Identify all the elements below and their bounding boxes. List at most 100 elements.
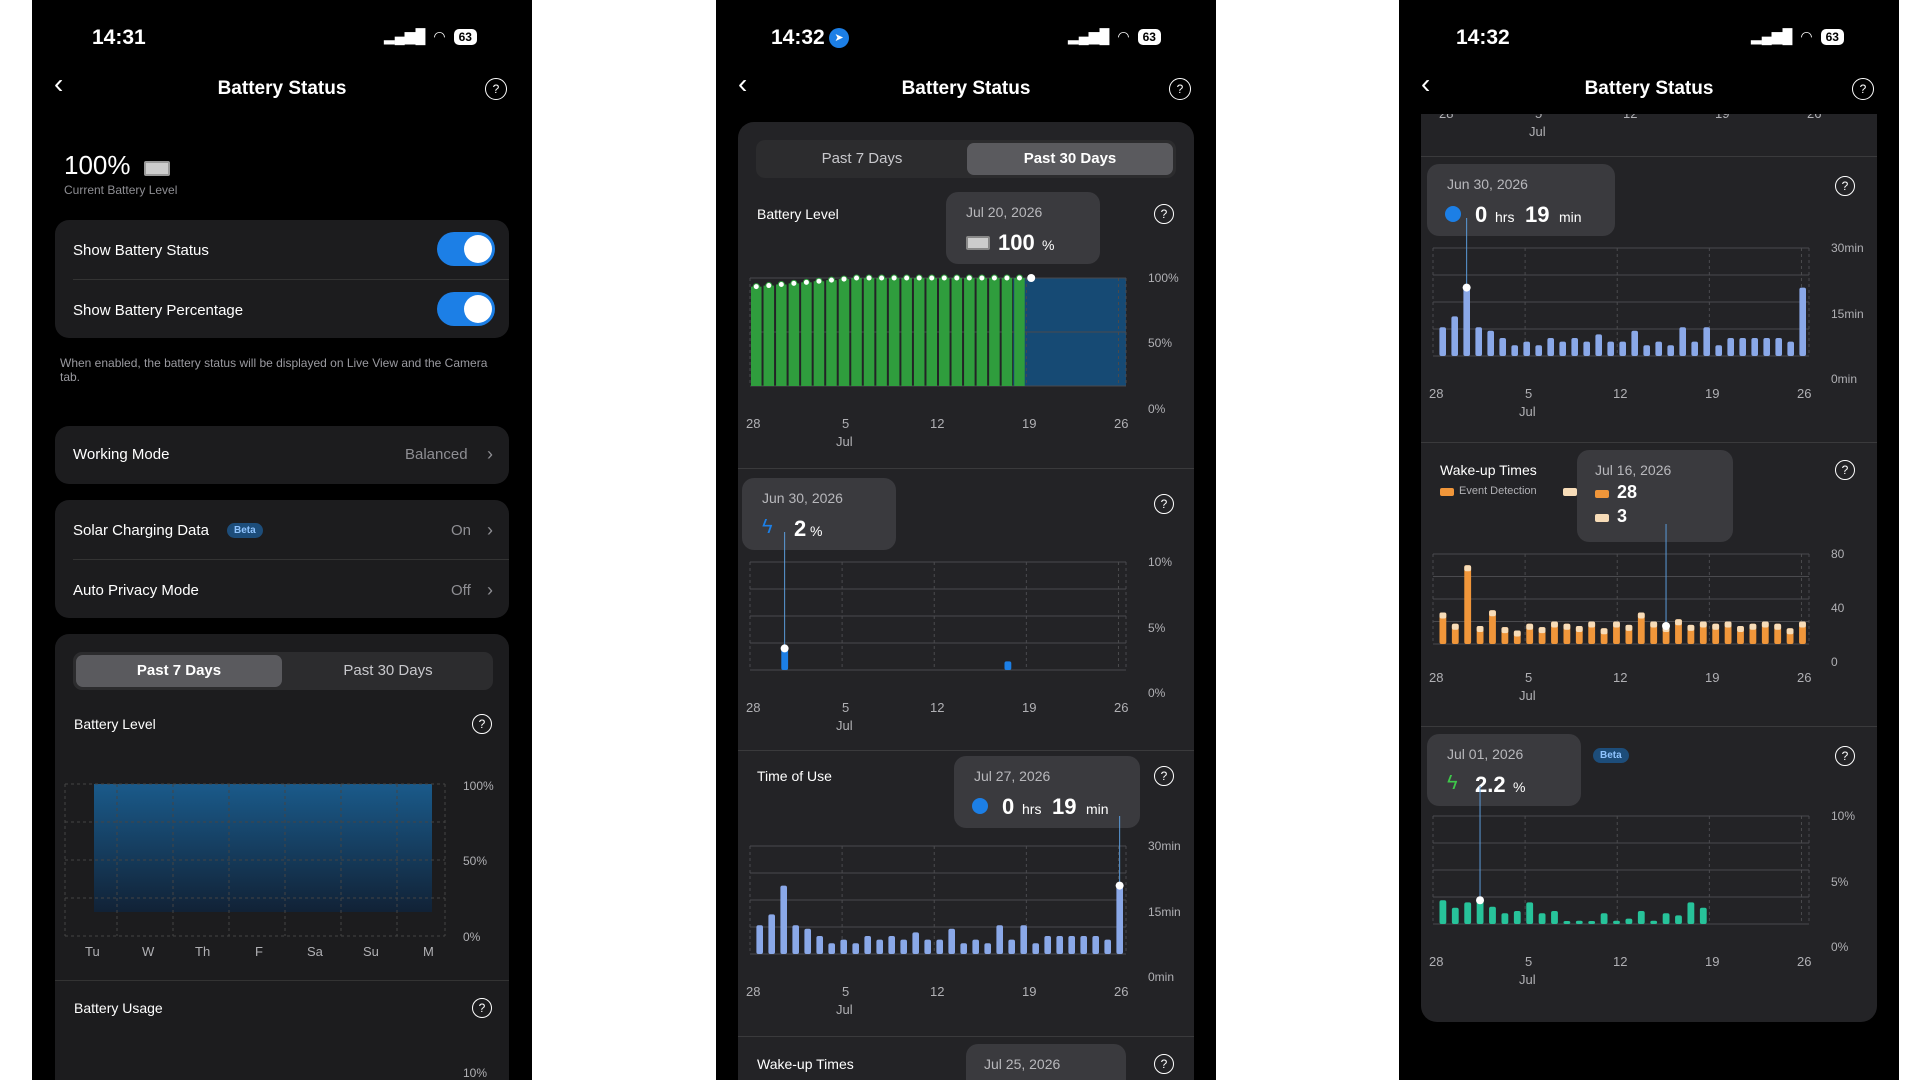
y-tick-label: 100% [463, 779, 494, 793]
data-bar [780, 885, 787, 954]
data-bar [1699, 907, 1707, 924]
data-point [827, 276, 835, 284]
help-icon[interactable]: ? [1154, 1054, 1174, 1074]
battery-pill: 63 [1820, 28, 1844, 45]
help-icon[interactable]: ? [1154, 766, 1174, 786]
divider [1421, 726, 1877, 727]
time-of-use-title: Time of Use [757, 768, 832, 784]
help-icon[interactable]: ? [1835, 460, 1855, 480]
data-bar [936, 939, 943, 954]
divider [73, 279, 509, 280]
data-bar [964, 278, 975, 386]
x-tick-label: 26 [1797, 670, 1812, 685]
chart-grid [749, 561, 1127, 671]
legend-swatch-event [1440, 488, 1454, 496]
x-tick-label: F [255, 944, 263, 959]
help-icon[interactable]: ? [472, 998, 492, 1018]
show-battery-status-toggle[interactable] [437, 232, 495, 266]
working-mode-row[interactable]: Working Mode Balanced › [55, 426, 509, 484]
tooltip-date: Jul 25, 2026 [984, 1056, 1061, 1072]
help-icon[interactable]: ? [472, 714, 492, 734]
data-bar [1526, 902, 1534, 924]
data-bar [1008, 939, 1015, 954]
data-bar-cap [1774, 623, 1782, 630]
data-bar [960, 943, 967, 954]
help-icon[interactable]: ? [1154, 204, 1174, 224]
data-bar [913, 278, 925, 386]
auto-privacy-label[interactable]: Auto Privacy Mode [73, 582, 199, 599]
y-tick-label: 0% [463, 930, 481, 944]
x-month-label: Jul [1529, 124, 1546, 139]
help-icon[interactable]: ? [1852, 78, 1874, 100]
wake-up-title: Wake-up Times [1440, 462, 1537, 478]
show-battery-percentage-toggle[interactable] [437, 292, 495, 326]
tooltip-hours: 0 [1475, 202, 1488, 227]
x-month-label: Jul [836, 718, 853, 733]
data-bar [804, 928, 811, 954]
data-point [990, 274, 998, 282]
battery-level-area [94, 784, 432, 912]
time-of-use-tooltip: Jun 30, 2026 0 hrs 19 min [1427, 164, 1615, 236]
data-bar [939, 278, 950, 386]
tooltip-value: 2 [794, 516, 807, 541]
data-bar [816, 936, 823, 954]
x-tick-label: 26 [1114, 984, 1129, 999]
data-bar [1044, 936, 1051, 954]
tooltip-hrs-unit: hrs [1022, 801, 1042, 817]
help-icon[interactable]: ? [485, 78, 507, 100]
tooltip-min-unit: min [1086, 801, 1109, 817]
data-bar [1637, 911, 1645, 924]
tab-past-30-days[interactable]: Past 30 Days [285, 655, 491, 687]
data-bar [1595, 334, 1602, 356]
data-bar [1799, 287, 1806, 356]
help-icon[interactable]: ? [1154, 494, 1174, 514]
data-bar [1751, 338, 1758, 356]
y-tick-label: 0 [1831, 655, 1838, 669]
phone-screen-1: 14:31 ▂▄▆█ ◠ 63 ‹ Battery Status ? 100% … [32, 0, 532, 1080]
tab-past-30-days[interactable]: Past 30 Days [967, 143, 1173, 175]
data-bar-cap [1687, 624, 1695, 631]
battery-charts-card: Past 7 Days Past 30 Days Battery Level ?… [55, 634, 509, 1080]
data-bar-cap [1439, 612, 1447, 619]
data-bar [1092, 936, 1099, 954]
data-bar [1607, 341, 1614, 356]
data-point [878, 274, 886, 282]
data-bar [1501, 913, 1509, 924]
data-bar-cap [1737, 626, 1744, 632]
y-tick-label: 40 [1831, 601, 1845, 615]
time-of-use-chart-30d [1432, 218, 1810, 357]
y-tick-label: 30min [1148, 839, 1181, 853]
solar-charging-label[interactable]: Solar Charging Data [73, 522, 209, 539]
help-icon[interactable]: ? [1169, 78, 1191, 100]
data-bar [976, 278, 988, 386]
x-tick-label: 26 [1807, 114, 1821, 121]
x-tick-label: 5 [842, 416, 850, 431]
x-tick-label: 19 [1705, 386, 1720, 401]
data-bar [1625, 918, 1633, 924]
status-time: 14:32 [1456, 26, 1510, 49]
y-tick-label: 5% [1148, 621, 1166, 635]
data-bar [1464, 565, 1472, 644]
tab-past-7-days[interactable]: Past 7 Days [76, 655, 282, 687]
data-bar [926, 278, 937, 386]
data-bar [1571, 338, 1578, 356]
data-bar-cap [1712, 623, 1720, 630]
tooltip-hrs-unit: hrs [1495, 209, 1515, 225]
y-tick-label: 5% [1831, 875, 1849, 889]
charge-tooltip: Jun 30, 2026 ϟ 2 % [742, 478, 896, 550]
tooltip-other-count: 3 [1617, 506, 1628, 526]
data-bar [1464, 902, 1472, 924]
help-icon[interactable]: ? [1835, 176, 1855, 196]
data-bar [1650, 920, 1658, 924]
status-icons: ▂▄▆█ ◠ 63 [1068, 28, 1161, 45]
data-bar [1475, 327, 1482, 356]
data-point [777, 280, 785, 288]
data-bar-cap [1489, 610, 1496, 617]
help-icon[interactable]: ? [1835, 746, 1855, 766]
x-tick-label: 28 [746, 984, 761, 999]
battery-level-title: Battery Level [74, 716, 156, 732]
data-bar [838, 279, 850, 386]
battery-level-chart-7d [64, 783, 446, 937]
data-bar [1667, 345, 1674, 356]
tab-past-7-days[interactable]: Past 7 Days [759, 143, 965, 175]
